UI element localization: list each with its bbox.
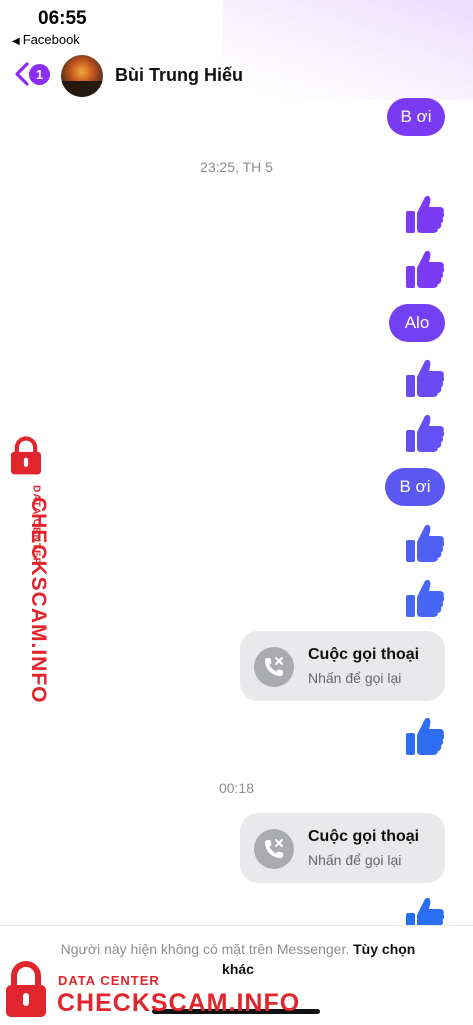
missed-call-card[interactable]: Cuộc gọi thoại Nhấn để gọi lại: [240, 813, 445, 883]
timestamp: 23:25, TH 5: [200, 159, 273, 175]
watermark-lock-icon: [6, 961, 46, 1017]
unread-badge: 1: [29, 64, 50, 85]
like-thumb-icon[interactable]: [405, 715, 445, 757]
status-time: 06:55: [38, 8, 87, 29]
watermark-big: CHECKSCAM.INFO: [57, 989, 301, 1017]
missed-call-icon: [254, 829, 294, 869]
back-to-app-link[interactable]: ◀ Facebook: [12, 32, 80, 47]
message-bubble[interactable]: B ơi: [385, 468, 445, 506]
contact-avatar[interactable]: [61, 55, 103, 97]
message-bubble[interactable]: B ơi: [387, 98, 445, 136]
message-bubble[interactable]: Alo: [389, 304, 445, 342]
like-thumb-icon[interactable]: [405, 412, 445, 454]
like-thumb-icon[interactable]: [405, 357, 445, 399]
like-thumb-icon[interactable]: [405, 248, 445, 290]
chat-header: 1 Bùi Trung Hiếu: [0, 52, 473, 100]
back-app-label: Facebook: [22, 32, 80, 47]
call-title: Cuộc gọi thoại: [308, 828, 420, 845]
missed-call-card[interactable]: Cuộc gọi thoại Nhấn để gọi lại: [240, 631, 445, 701]
like-thumb-icon[interactable]: [405, 577, 445, 619]
back-triangle-icon: ◀: [12, 36, 20, 47]
like-thumb-icon[interactable]: [405, 522, 445, 564]
watermark-lock-icon: [11, 436, 41, 475]
call-title: Cuộc gọi thoại: [308, 646, 420, 663]
watermark-big-vertical: CHECKSCAM.INFO: [27, 497, 50, 704]
call-subtitle: Nhấn để gọi lại: [308, 852, 402, 868]
watermark-small: DATA CENTER: [58, 973, 160, 988]
missed-call-icon: [254, 647, 294, 687]
contact-name[interactable]: Bùi Trung Hiếu: [115, 65, 243, 86]
timestamp: 00:18: [218, 780, 255, 796]
like-thumb-icon[interactable]: [405, 193, 445, 235]
notice-text: Người này hiện không có mặt trên Messeng…: [60, 941, 350, 957]
call-subtitle: Nhấn để gọi lại: [308, 670, 402, 686]
